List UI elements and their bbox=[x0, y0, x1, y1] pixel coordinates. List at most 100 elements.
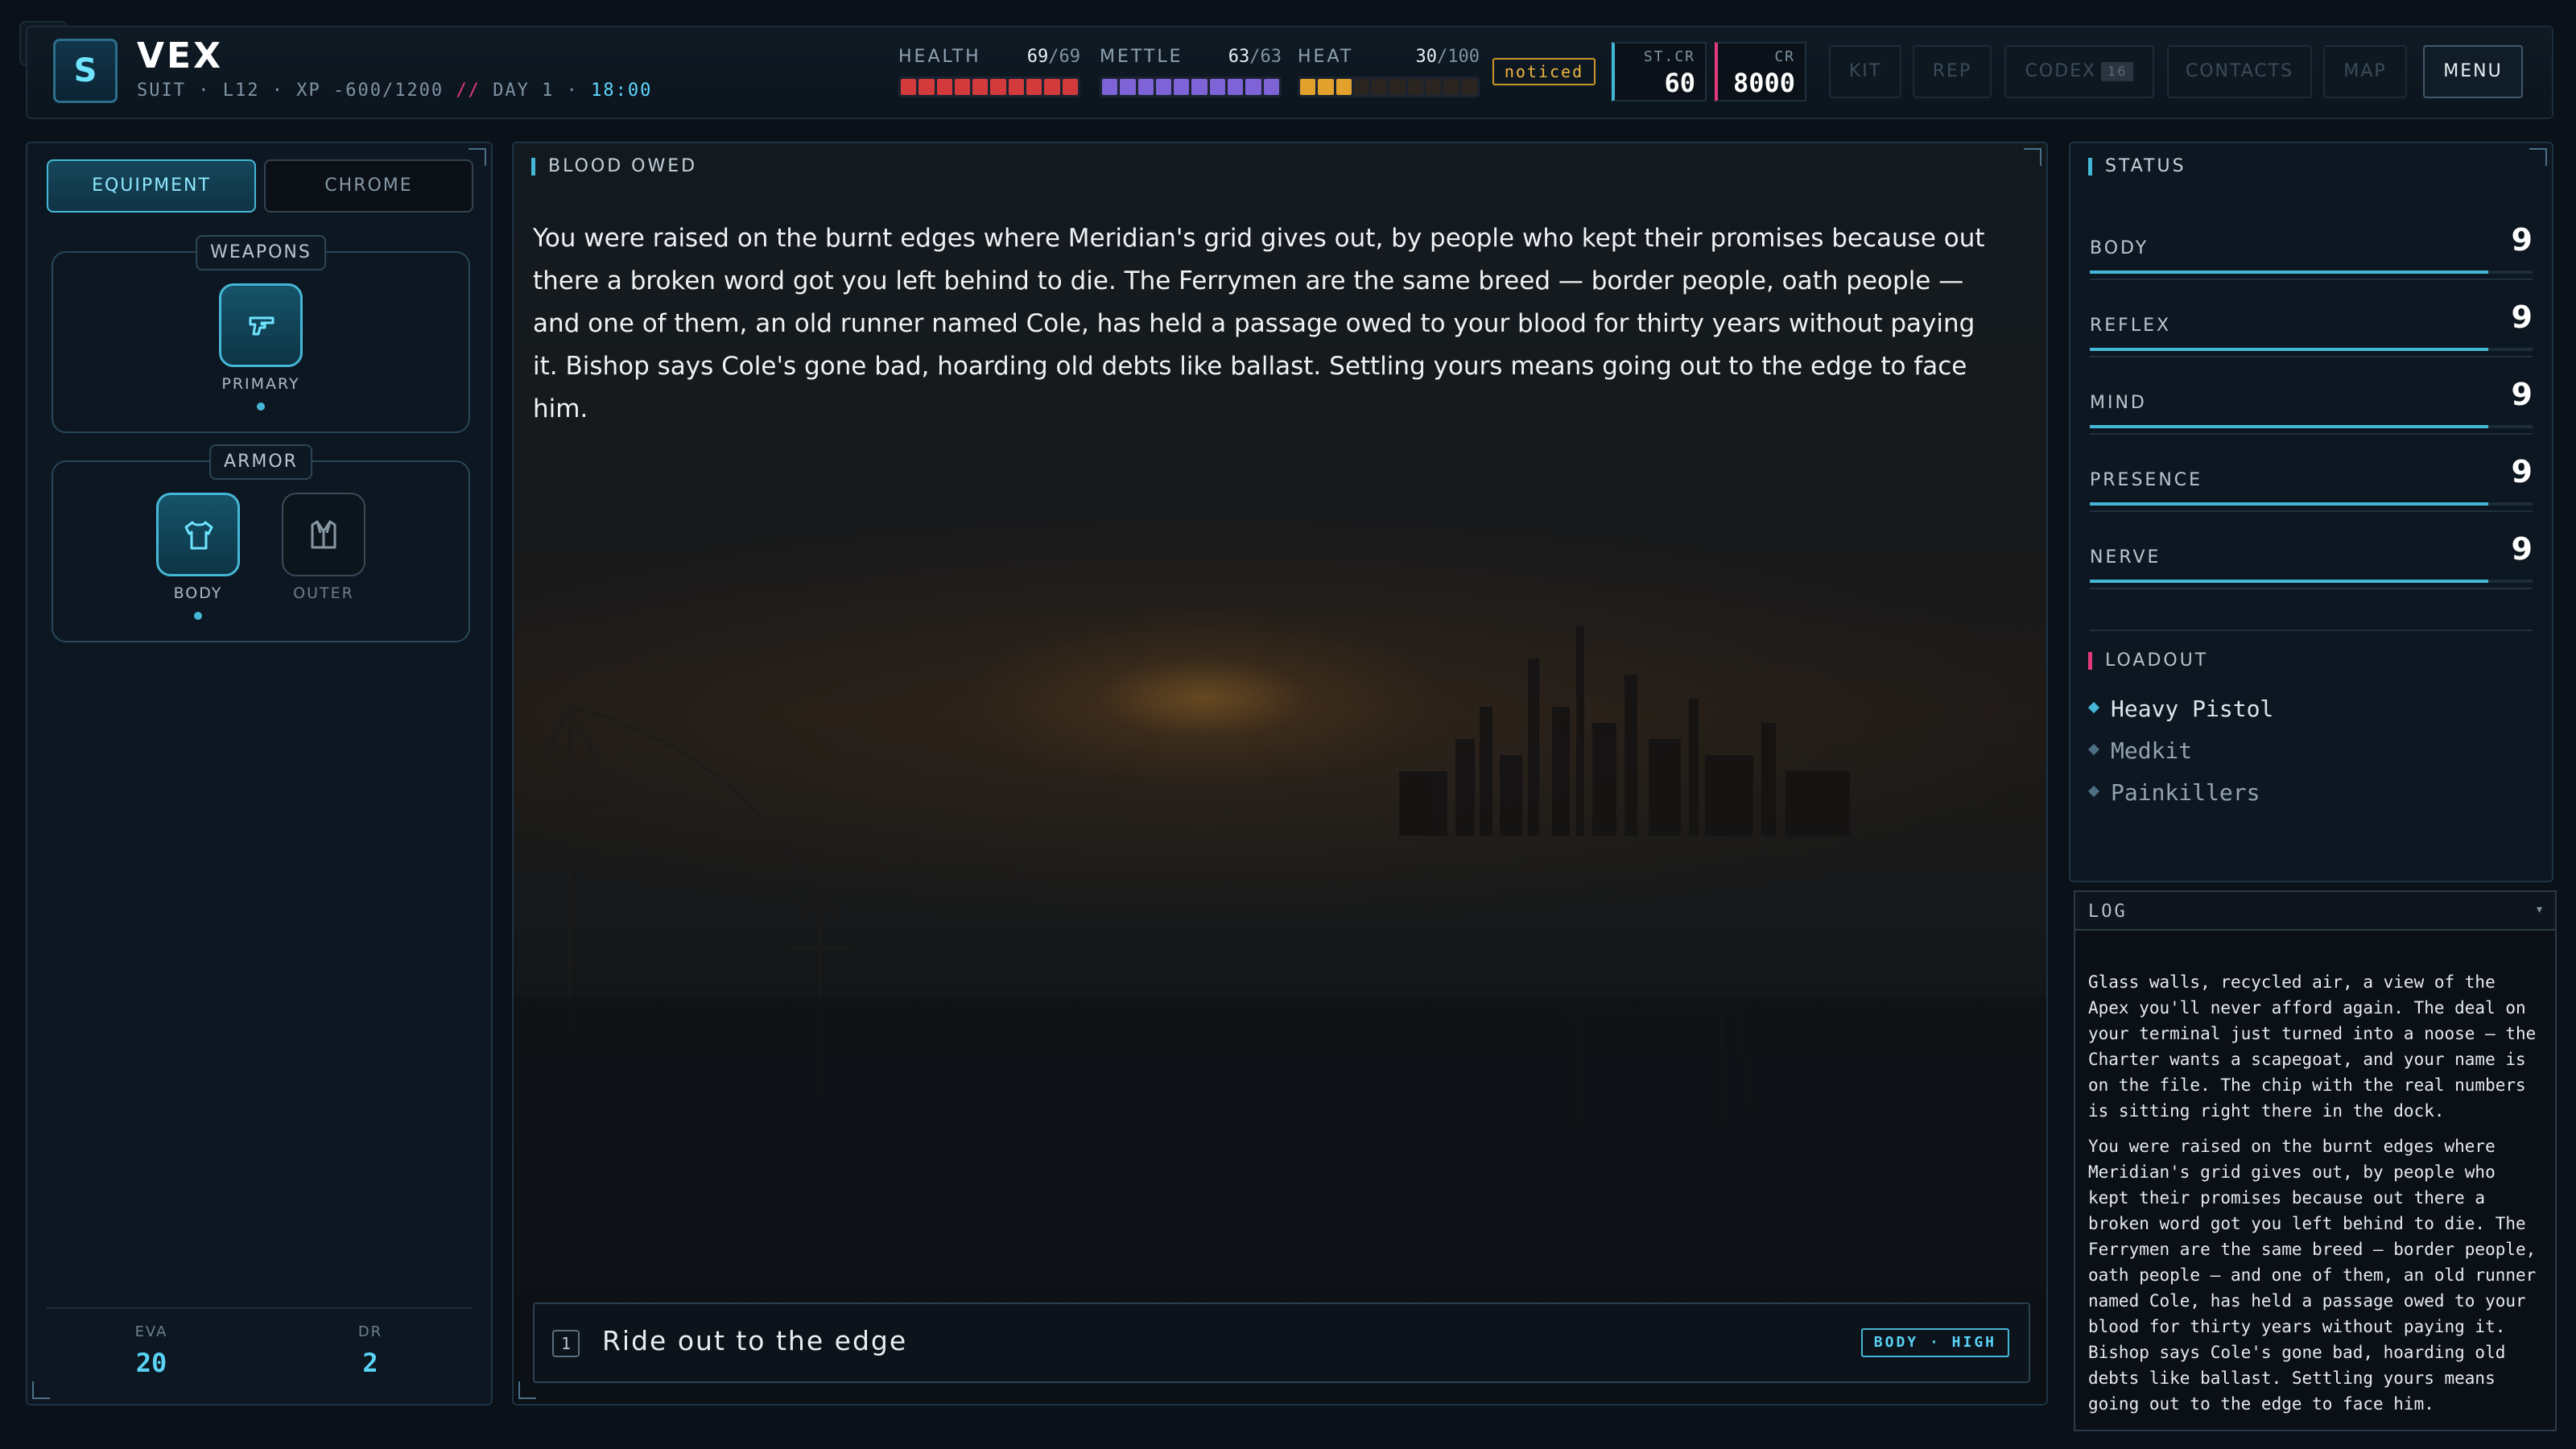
meter-segment bbox=[1335, 79, 1352, 95]
meter-segment bbox=[1044, 79, 1060, 95]
armor-title: ARMOR bbox=[209, 444, 312, 480]
choice-check-tag: BODY · HIGH bbox=[1860, 1328, 2009, 1357]
tab-chrome[interactable]: CHROME bbox=[264, 159, 473, 213]
meter-segment bbox=[1191, 79, 1208, 95]
meter-segment bbox=[1008, 79, 1025, 95]
meter-segment bbox=[1389, 79, 1406, 95]
weapons-title: WEAPONS bbox=[196, 235, 326, 270]
divider bbox=[2090, 630, 2533, 631]
log-entry: You were raised on the burnt edges where… bbox=[2088, 1137, 2537, 1414]
menu-button[interactable]: MENU bbox=[2423, 45, 2523, 98]
mettle-meter: METTLE 63/63 bbox=[1100, 47, 1282, 97]
character-logo: S bbox=[53, 39, 118, 103]
meter-segment bbox=[1245, 79, 1261, 95]
pistol-icon bbox=[249, 316, 275, 336]
character-level: L12 bbox=[222, 80, 260, 101]
top-bar: S VEX SUIT · L12 · XP -600/1200 // DAY 1… bbox=[26, 26, 2553, 119]
meter-segment bbox=[936, 79, 952, 95]
meter-segment bbox=[990, 79, 1006, 95]
choice-number: 1 bbox=[552, 1330, 580, 1357]
shirt-icon bbox=[184, 521, 213, 550]
meter-segment bbox=[1102, 79, 1118, 95]
meter-segment bbox=[1026, 79, 1042, 95]
scene-narrative: You were raised on the burnt edges where… bbox=[533, 224, 1985, 423]
chevron-down-icon[interactable]: ▾ bbox=[2537, 903, 2542, 916]
meter-segment bbox=[901, 79, 917, 95]
map-button[interactable]: MAP bbox=[2323, 45, 2407, 98]
meter-segment bbox=[1407, 79, 1424, 95]
scene-panel: BLOOD OWED You were raised on the burnt … bbox=[512, 142, 2048, 1406]
street-cred-display: ST.CR 60 bbox=[1612, 42, 1707, 101]
codex-button[interactable]: CODEX 16 bbox=[2004, 45, 2154, 98]
diamond-icon bbox=[2087, 701, 2100, 714]
meter-segment bbox=[1300, 79, 1316, 95]
outer-slot-label: OUTER bbox=[293, 584, 354, 602]
game-time: 18:00 bbox=[591, 80, 653, 101]
loadout-item[interactable]: Heavy Pistol bbox=[2087, 696, 2273, 722]
log-body[interactable]: Glass walls, recycled air, a view of the… bbox=[2088, 960, 2542, 1417]
heat-status-badge: noticed bbox=[1492, 58, 1596, 85]
attribute-nerve: NERVE 9 bbox=[2090, 531, 2533, 589]
body-equipped-dot bbox=[194, 612, 202, 620]
heat-meter: HEAT 30/100 bbox=[1298, 47, 1480, 97]
meter-segment bbox=[1263, 79, 1279, 95]
status-title: STATUS bbox=[2088, 158, 2186, 175]
status-panel: STATUS BODY 9 REFLEX 9 MIND 9 PRESENCE 9… bbox=[2069, 142, 2553, 882]
choice-text: Ride out to the edge bbox=[602, 1325, 908, 1356]
mettle-bar bbox=[1100, 76, 1282, 97]
dr-value: 2 bbox=[362, 1348, 378, 1378]
meter-segment bbox=[954, 79, 971, 95]
weapons-group: WEAPONS PRIMARY bbox=[52, 235, 470, 433]
divider bbox=[47, 1307, 472, 1309]
rep-button[interactable]: REP bbox=[1913, 45, 1992, 98]
meter-segment bbox=[1209, 79, 1226, 95]
meter-segment bbox=[1353, 79, 1370, 95]
meter-segment bbox=[1155, 79, 1172, 95]
body-slot-label: BODY bbox=[173, 584, 223, 602]
armor-group: ARMOR BODY OUTER bbox=[52, 444, 470, 642]
attribute-mind: MIND 9 bbox=[2090, 377, 2533, 435]
diamond-icon bbox=[2087, 785, 2100, 798]
character-meta: SUIT · L12 · XP -600/1200 // DAY 1 · 18:… bbox=[137, 80, 653, 101]
kit-button[interactable]: KIT bbox=[1829, 45, 1901, 98]
meter-segment bbox=[1228, 79, 1244, 95]
outer-armor-slot[interactable] bbox=[282, 493, 365, 576]
log-panel[interactable]: Glass walls, recycled air, a view of the… bbox=[2074, 890, 2557, 1431]
choice-option[interactable]: 1 Ride out to the edge BODY · HIGH bbox=[533, 1302, 2030, 1383]
attribute-bar bbox=[2090, 425, 2488, 428]
loadout-item[interactable]: Medkit bbox=[2087, 737, 2192, 764]
meter-segment bbox=[1120, 79, 1136, 95]
loadout-title: LOADOUT bbox=[2088, 652, 2208, 670]
loadout-item[interactable]: Painkillers bbox=[2087, 779, 2260, 806]
attribute-bar bbox=[2090, 580, 2488, 583]
meter-segment bbox=[1443, 79, 1459, 95]
scene-title: BLOOD OWED bbox=[531, 158, 697, 175]
attribute-body: BODY 9 bbox=[2090, 222, 2533, 280]
primary-weapon-slot[interactable] bbox=[219, 283, 303, 367]
game-day: DAY 1 bbox=[493, 80, 555, 101]
character-name: VEX bbox=[137, 35, 224, 76]
health-meter: HEALTH 69/69 bbox=[898, 47, 1080, 97]
character-class: SUIT bbox=[137, 80, 186, 101]
credits-display: CR 8000 bbox=[1715, 42, 1806, 101]
character-xp: XP -600/1200 bbox=[296, 80, 444, 101]
equipment-panel: EQUIPMENT CHROME WEAPONS PRIMARY ARMOR B… bbox=[26, 142, 493, 1406]
eva-label: EVA bbox=[134, 1323, 168, 1340]
health-bar bbox=[898, 76, 1080, 97]
meter-segment bbox=[1318, 79, 1334, 95]
attribute-bar bbox=[2090, 502, 2488, 506]
attribute-reflex: REFLEX 9 bbox=[2090, 299, 2533, 357]
meter-segment bbox=[1174, 79, 1190, 95]
contacts-button[interactable]: CONTACTS bbox=[2167, 45, 2312, 98]
tab-equipment[interactable]: EQUIPMENT bbox=[47, 159, 256, 213]
attribute-bar bbox=[2090, 348, 2488, 351]
log-entry: Glass walls, recycled air, a view of the… bbox=[2088, 972, 2537, 1121]
primary-equipped-dot bbox=[257, 402, 265, 411]
meter-segment bbox=[1137, 79, 1154, 95]
meter-segment bbox=[1372, 79, 1388, 95]
body-armor-slot[interactable] bbox=[156, 493, 240, 576]
diamond-icon bbox=[2087, 743, 2100, 756]
meter-segment bbox=[1426, 79, 1442, 95]
log-title: LOG bbox=[2088, 902, 2128, 922]
log-header[interactable]: LOG ▾ bbox=[2075, 892, 2555, 931]
